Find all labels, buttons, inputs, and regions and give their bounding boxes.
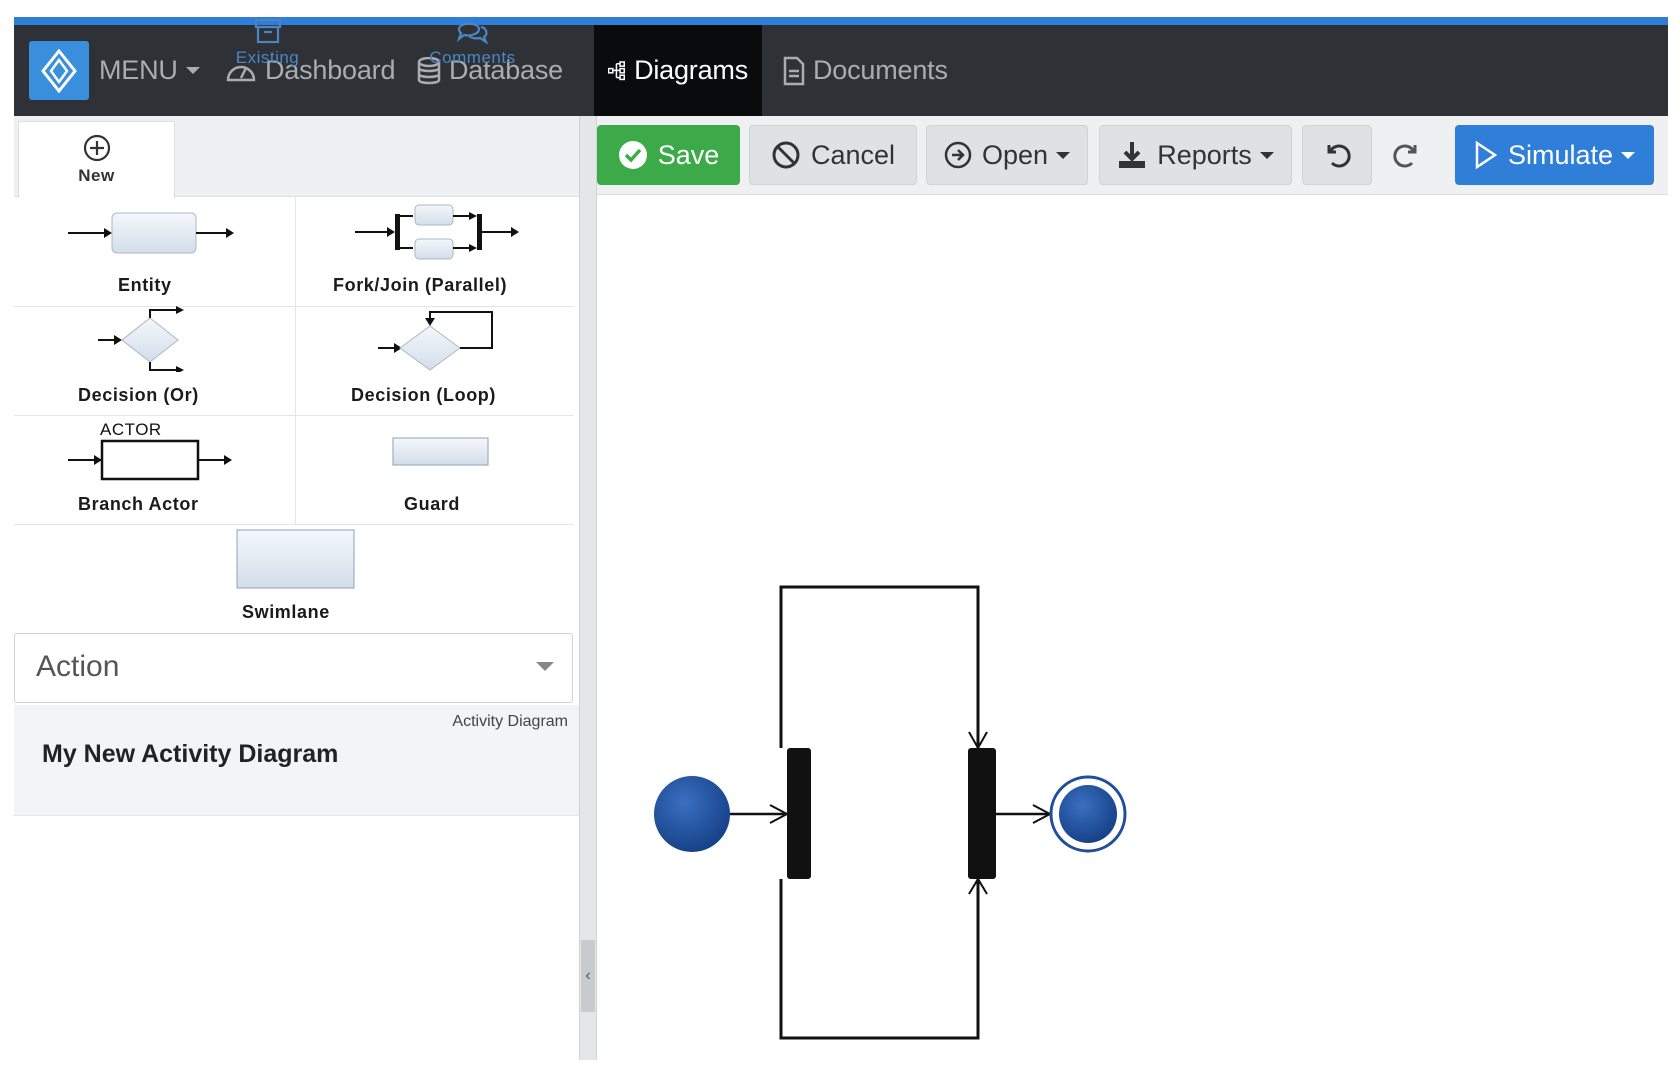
reports-dropdown-button[interactable]: Reports: [1099, 125, 1292, 185]
nav-diagrams[interactable]: Diagrams: [594, 25, 762, 116]
download-icon: [1119, 142, 1146, 168]
diagram-canvas[interactable]: [597, 195, 1668, 1060]
save-label: Save: [657, 139, 720, 170]
nav-diagrams-label: Diagrams: [634, 55, 748, 85]
fork-join-label: Fork/Join (Parallel): [333, 275, 508, 295]
guard-shape-icon: [392, 437, 489, 466]
check-circle-icon: [618, 141, 647, 169]
guard-label: Guard: [404, 494, 461, 514]
diagrams-icon: [608, 60, 626, 80]
redo-icon: [1393, 144, 1417, 168]
simulate-dropdown-button[interactable]: Simulate: [1455, 125, 1654, 185]
reports-label: Reports: [1157, 139, 1252, 170]
undo-button[interactable]: [1302, 125, 1372, 185]
nav-documents-label: Documents: [813, 55, 948, 85]
shape-fork-join[interactable]: [353, 202, 525, 267]
panel-splitter[interactable]: [579, 116, 597, 1060]
chevron-down-icon: [1056, 151, 1071, 159]
swimlane-label: Swimlane: [242, 602, 330, 622]
shape-swimlane[interactable]: [236, 529, 356, 596]
chevron-down-icon: [1621, 151, 1636, 159]
chevron-down-icon: [1259, 151, 1274, 159]
shape-decision-loop[interactable]: [376, 308, 496, 379]
join-bar[interactable]: [968, 748, 996, 879]
redo-button[interactable]: [1372, 125, 1442, 185]
actor-caption: ACTOR: [100, 420, 162, 439]
decision-or-label: Decision (Or): [78, 385, 199, 405]
palette-divider: [295, 196, 296, 525]
logo-icon[interactable]: [29, 41, 89, 100]
branch-actor-label: Branch Actor: [78, 494, 199, 514]
simulate-label: Simulate: [1507, 139, 1614, 170]
documents-icon: [783, 56, 805, 85]
tab-comments[interactable]: Comments: [385, 6, 560, 80]
comments-icon: [456, 22, 488, 44]
loop-edge-top[interactable]: [779, 585, 980, 748]
palette-divider: [14, 524, 574, 525]
cancel-button[interactable]: Cancel: [749, 125, 917, 185]
shape-decision-or[interactable]: [96, 306, 196, 377]
diagram-type-label: Activity Diagram: [452, 713, 568, 730]
action-select-value: Action: [36, 650, 120, 683]
chevron-down-icon: [536, 662, 554, 671]
entity-shape-icon: [68, 212, 234, 254]
tab-comments-label: Comments: [429, 48, 516, 67]
undo-icon: [1327, 144, 1351, 168]
tab-new-label: New: [78, 166, 115, 185]
open-arrow-icon: [944, 141, 972, 169]
entity-label: Entity: [118, 275, 172, 295]
nav-documents[interactable]: Documents: [783, 25, 948, 116]
tab-existing[interactable]: Existing: [190, 6, 345, 80]
tab-new[interactable]: New: [18, 121, 175, 198]
fork-bar[interactable]: [787, 748, 811, 879]
open-dropdown-button[interactable]: Open: [926, 125, 1088, 185]
decision-loop-label: Decision (Loop): [351, 385, 496, 405]
final-node-inner: [1059, 785, 1117, 843]
shape-guard[interactable]: [392, 437, 490, 472]
shape-entity[interactable]: [66, 210, 236, 265]
chevron-left-icon[interactable]: ‹: [581, 940, 595, 1012]
save-button[interactable]: Save: [597, 125, 740, 185]
open-label: Open: [981, 139, 1049, 170]
plus-circle-icon: [83, 134, 110, 162]
menu-dropdown[interactable]: MENU: [99, 25, 200, 116]
swimlane-shape-icon: [236, 529, 355, 589]
initial-node[interactable]: [654, 776, 730, 852]
tab-existing-label: Existing: [235, 48, 300, 67]
fork-join-shape-icon: [355, 204, 519, 260]
shape-branch-actor[interactable]: [66, 438, 236, 487]
diagram-name: My New Activity Diagram: [42, 740, 339, 768]
branch-actor-shape-icon: [68, 439, 232, 481]
decision-loop-shape-icon: [378, 311, 493, 371]
archive-icon: [254, 18, 281, 44]
decision-or-shape-icon: [98, 306, 184, 374]
activity-diagram: [654, 585, 1127, 1040]
loop-edge-bottom[interactable]: [779, 879, 980, 1040]
play-icon: [1475, 140, 1498, 170]
cancel-label: Cancel: [810, 139, 896, 170]
ban-icon: [772, 141, 800, 169]
palette-divider: [14, 415, 574, 416]
menu-label: MENU: [99, 55, 178, 85]
